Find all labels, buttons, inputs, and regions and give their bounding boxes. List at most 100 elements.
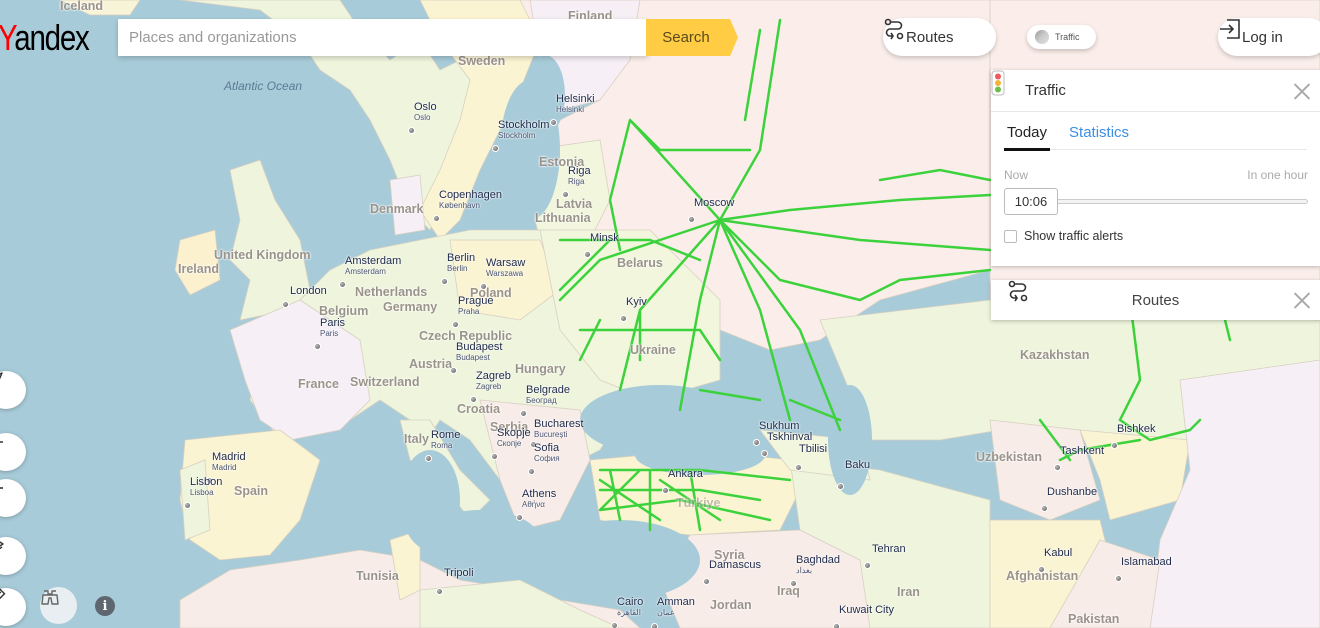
city-label[interactable]: Athens Αθήνα — [522, 489, 556, 509]
city-label[interactable]: Kabul — [1044, 548, 1072, 559]
search-box[interactable] — [118, 19, 648, 56]
city-label[interactable]: Sofia София — [534, 443, 560, 463]
city-label[interactable]: Berlin Berlin — [447, 253, 475, 273]
map-canvas[interactable]: Atlantic Ocean Iceland Finland Sweden Es… — [0, 0, 1320, 628]
city-marker[interactable] — [184, 502, 191, 509]
city-label[interactable]: Tbilisi — [799, 444, 827, 455]
city-marker[interactable] — [550, 119, 557, 126]
city-marker[interactable] — [688, 216, 695, 223]
city-label[interactable]: Amsterdam Amsterdam — [345, 256, 401, 276]
city-marker[interactable] — [452, 321, 459, 328]
city-label[interactable]: Prague Praha — [458, 296, 493, 316]
city-marker[interactable] — [1115, 575, 1122, 582]
alerts-checkbox[interactable] — [1004, 229, 1017, 243]
city-label[interactable]: Bishkek — [1117, 424, 1156, 435]
city-marker[interactable] — [436, 588, 443, 595]
city-label[interactable]: Dushanbe — [1047, 487, 1097, 498]
city-marker[interactable] — [611, 622, 618, 628]
city-marker[interactable] — [492, 145, 499, 152]
city-label[interactable]: Stockholm Stockholm — [498, 120, 549, 140]
city-label[interactable]: Helsinki Helsinki — [556, 94, 595, 114]
city-label[interactable]: Tehran — [872, 544, 906, 555]
city-label[interactable]: Riga Riga — [568, 166, 591, 186]
city-marker[interactable] — [790, 580, 797, 587]
city-marker[interactable] — [753, 439, 760, 446]
city-marker[interactable] — [425, 455, 432, 462]
city-marker[interactable] — [562, 191, 569, 198]
city-label[interactable]: Ankara — [668, 469, 703, 480]
city-label[interactable]: Tskhinval — [767, 432, 812, 443]
city-label[interactable]: Kyiv — [626, 297, 647, 308]
time-slider-handle[interactable]: 10:06 — [1004, 188, 1058, 215]
panorama-button[interactable] — [40, 587, 77, 624]
tab-today[interactable]: Today — [1004, 124, 1051, 151]
city-marker[interactable] — [282, 301, 289, 308]
routes-button[interactable]: Routes — [883, 18, 996, 56]
city-marker[interactable] — [761, 450, 768, 457]
info-button[interactable]: i — [95, 596, 115, 616]
city-label[interactable]: Amman عمان — [657, 597, 695, 617]
city-marker[interactable] — [516, 514, 523, 521]
search-input[interactable] — [118, 19, 648, 56]
city-marker[interactable] — [833, 623, 840, 628]
city-marker[interactable] — [1041, 505, 1048, 512]
time-slider[interactable]: 10:06 — [1004, 188, 1308, 215]
city-marker[interactable] — [339, 281, 346, 288]
city-label[interactable]: Paris Paris — [320, 318, 345, 338]
city-local-name: София — [534, 454, 560, 463]
city-label[interactable]: Zagreb Zagreb — [476, 371, 511, 391]
yandex-logo[interactable]: Yandex — [0, 20, 90, 56]
city-label[interactable]: Moscow — [694, 198, 734, 209]
city-marker[interactable] — [528, 468, 535, 475]
city-label[interactable]: Damascus — [709, 560, 761, 571]
city-label[interactable]: Cairo القاهرة — [617, 597, 643, 617]
city-marker[interactable] — [520, 410, 527, 417]
city-label[interactable]: Skopje Скопје — [497, 428, 531, 448]
city-marker[interactable] — [408, 127, 415, 134]
city-marker[interactable] — [584, 251, 591, 258]
traffic-alerts-toggle[interactable]: Show traffic alerts — [1004, 229, 1307, 243]
city-label[interactable]: Budapest Budapest — [456, 342, 502, 362]
city-label[interactable]: Islamabad — [1121, 557, 1172, 568]
city-marker[interactable] — [433, 215, 440, 222]
city-marker[interactable] — [620, 315, 627, 322]
city-label[interactable]: Minsk — [590, 233, 619, 244]
city-label[interactable]: London — [290, 286, 327, 297]
close-icon[interactable] — [1293, 82, 1311, 100]
city-marker[interactable] — [795, 464, 802, 471]
city-marker[interactable] — [491, 453, 498, 460]
city-label[interactable]: Copenhagen København — [439, 190, 502, 210]
close-icon[interactable] — [1293, 291, 1311, 309]
city-label[interactable]: Bucharest București — [534, 419, 584, 439]
city-label[interactable]: Tripoli — [444, 568, 474, 579]
city-marker[interactable] — [662, 487, 669, 494]
search-button[interactable]: Search — [646, 19, 738, 56]
traffic-toggle[interactable]: Traffic — [1027, 25, 1096, 49]
city-label[interactable]: Lisbon Lisboa — [190, 477, 222, 497]
city-marker[interactable] — [1038, 566, 1045, 573]
city-marker[interactable] — [470, 396, 477, 403]
city-label[interactable]: Rome Roma — [431, 430, 460, 450]
city-label[interactable]: Kuwait City — [839, 605, 894, 616]
city-marker[interactable] — [450, 367, 457, 374]
city-label[interactable]: Belgrade Београд — [526, 385, 570, 405]
slider-track[interactable] — [1054, 199, 1308, 204]
city-label[interactable]: Madrid Madrid — [212, 452, 246, 472]
city-label[interactable]: Warsaw Warszawa — [486, 258, 525, 278]
routes-panel[interactable]: Routes — [991, 280, 1320, 320]
city-marker[interactable] — [441, 278, 448, 285]
city-label[interactable]: Baku — [845, 460, 870, 471]
city-marker[interactable] — [314, 343, 321, 350]
city-marker[interactable] — [703, 578, 710, 585]
city-marker[interactable] — [651, 623, 658, 628]
city-marker[interactable] — [837, 483, 844, 490]
city-label[interactable]: Oslo Oslo — [414, 102, 437, 122]
city-marker[interactable] — [480, 283, 487, 290]
tab-statistics[interactable]: Statistics — [1066, 124, 1132, 150]
city-label[interactable]: Tashkent — [1060, 446, 1104, 457]
city-marker[interactable] — [1054, 464, 1061, 471]
city-marker[interactable] — [864, 562, 871, 569]
city-marker[interactable] — [1111, 442, 1118, 449]
city-label[interactable]: Baghdad بغداد — [796, 555, 840, 575]
login-button[interactable]: Log in — [1218, 18, 1320, 56]
